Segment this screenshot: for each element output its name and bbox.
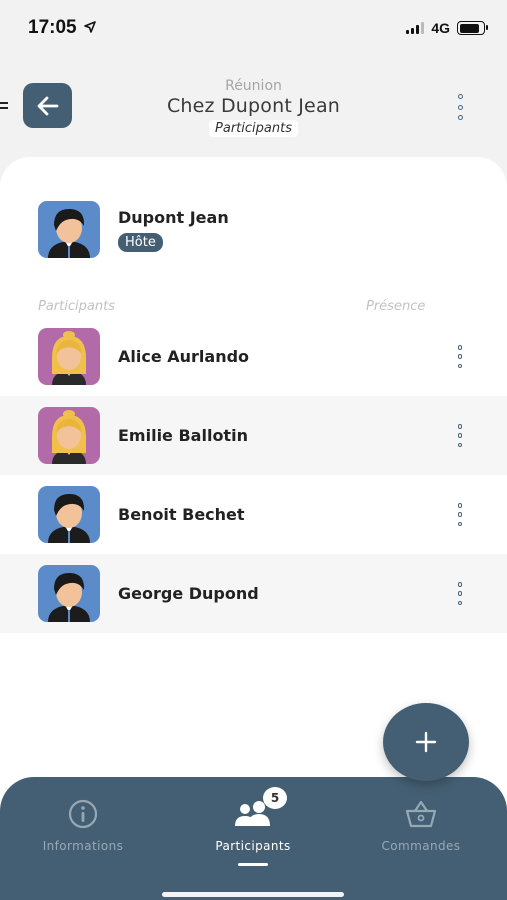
arrow-left-icon (37, 96, 58, 115)
add-participant-button[interactable] (383, 703, 469, 781)
signal-icon (406, 22, 425, 34)
basket-icon (405, 800, 437, 828)
header-subtitle: Réunion (225, 78, 282, 94)
status-bar: 17:05 4G (0, 0, 507, 58)
host-badge: Hôte (118, 233, 163, 252)
info-icon (68, 799, 98, 829)
more-options-icon[interactable] (454, 582, 466, 605)
male-avatar (38, 565, 100, 622)
list-item[interactable]: Benoit Bechet (0, 475, 507, 554)
participant-name: Emilie Ballotin (118, 426, 248, 445)
page-title: Chez Dupont Jean (166, 95, 341, 117)
nav-item-commandes[interactable]: Commandes (351, 797, 491, 853)
list-item[interactable]: Emilie Ballotin (0, 396, 507, 475)
participant-name: George Dupond (118, 584, 259, 603)
back-button[interactable] (23, 83, 72, 128)
presence-column-header: Présence (366, 299, 426, 314)
nav-item-participants[interactable]: 5 Participants (183, 787, 323, 866)
host-name: Dupont Jean (118, 208, 229, 227)
male-avatar (38, 201, 100, 258)
female-avatar (38, 407, 100, 464)
plus-icon (415, 731, 437, 753)
participants-count-badge: 5 (263, 787, 287, 809)
header: Réunion Chez Dupont Jean Participants (0, 58, 507, 158)
more-options-icon[interactable] (454, 424, 466, 447)
participants-column-header: Participants (38, 299, 115, 314)
more-options-icon[interactable] (454, 503, 466, 526)
section-label: Participants (209, 120, 298, 137)
host-row[interactable]: Dupont Jean Hôte (0, 201, 507, 259)
participant-name: Benoit Bechet (118, 505, 245, 524)
active-tab-indicator (238, 863, 268, 866)
battery-icon (457, 21, 488, 35)
header-titles: Réunion Chez Dupont Jean Participants (120, 78, 387, 137)
more-options-icon[interactable] (454, 345, 466, 368)
nav-label: Informations (42, 839, 124, 853)
network-type: 4G (431, 20, 450, 36)
more-options-icon[interactable] (453, 94, 467, 120)
participants-list: Alice Aurlando Emilie Ballotin Benoit Be… (0, 317, 507, 633)
male-avatar (38, 486, 100, 543)
status-time: 17:05 (28, 17, 96, 39)
menu-lines-icon[interactable] (0, 102, 8, 112)
column-headers: Participants Présence (0, 299, 507, 319)
participant-name: Alice Aurlando (118, 347, 250, 366)
list-item[interactable]: George Dupond (0, 554, 507, 633)
home-indicator[interactable] (162, 892, 344, 897)
female-avatar (38, 328, 100, 385)
list-item[interactable]: Alice Aurlando (0, 317, 507, 396)
nav-item-informations[interactable]: Informations (13, 797, 153, 853)
location-arrow-icon (84, 21, 96, 33)
bottom-nav: Informations 5 Participants Commandes (0, 777, 507, 900)
nav-label: Participants (215, 839, 291, 853)
nav-label: Commandes (381, 839, 461, 853)
